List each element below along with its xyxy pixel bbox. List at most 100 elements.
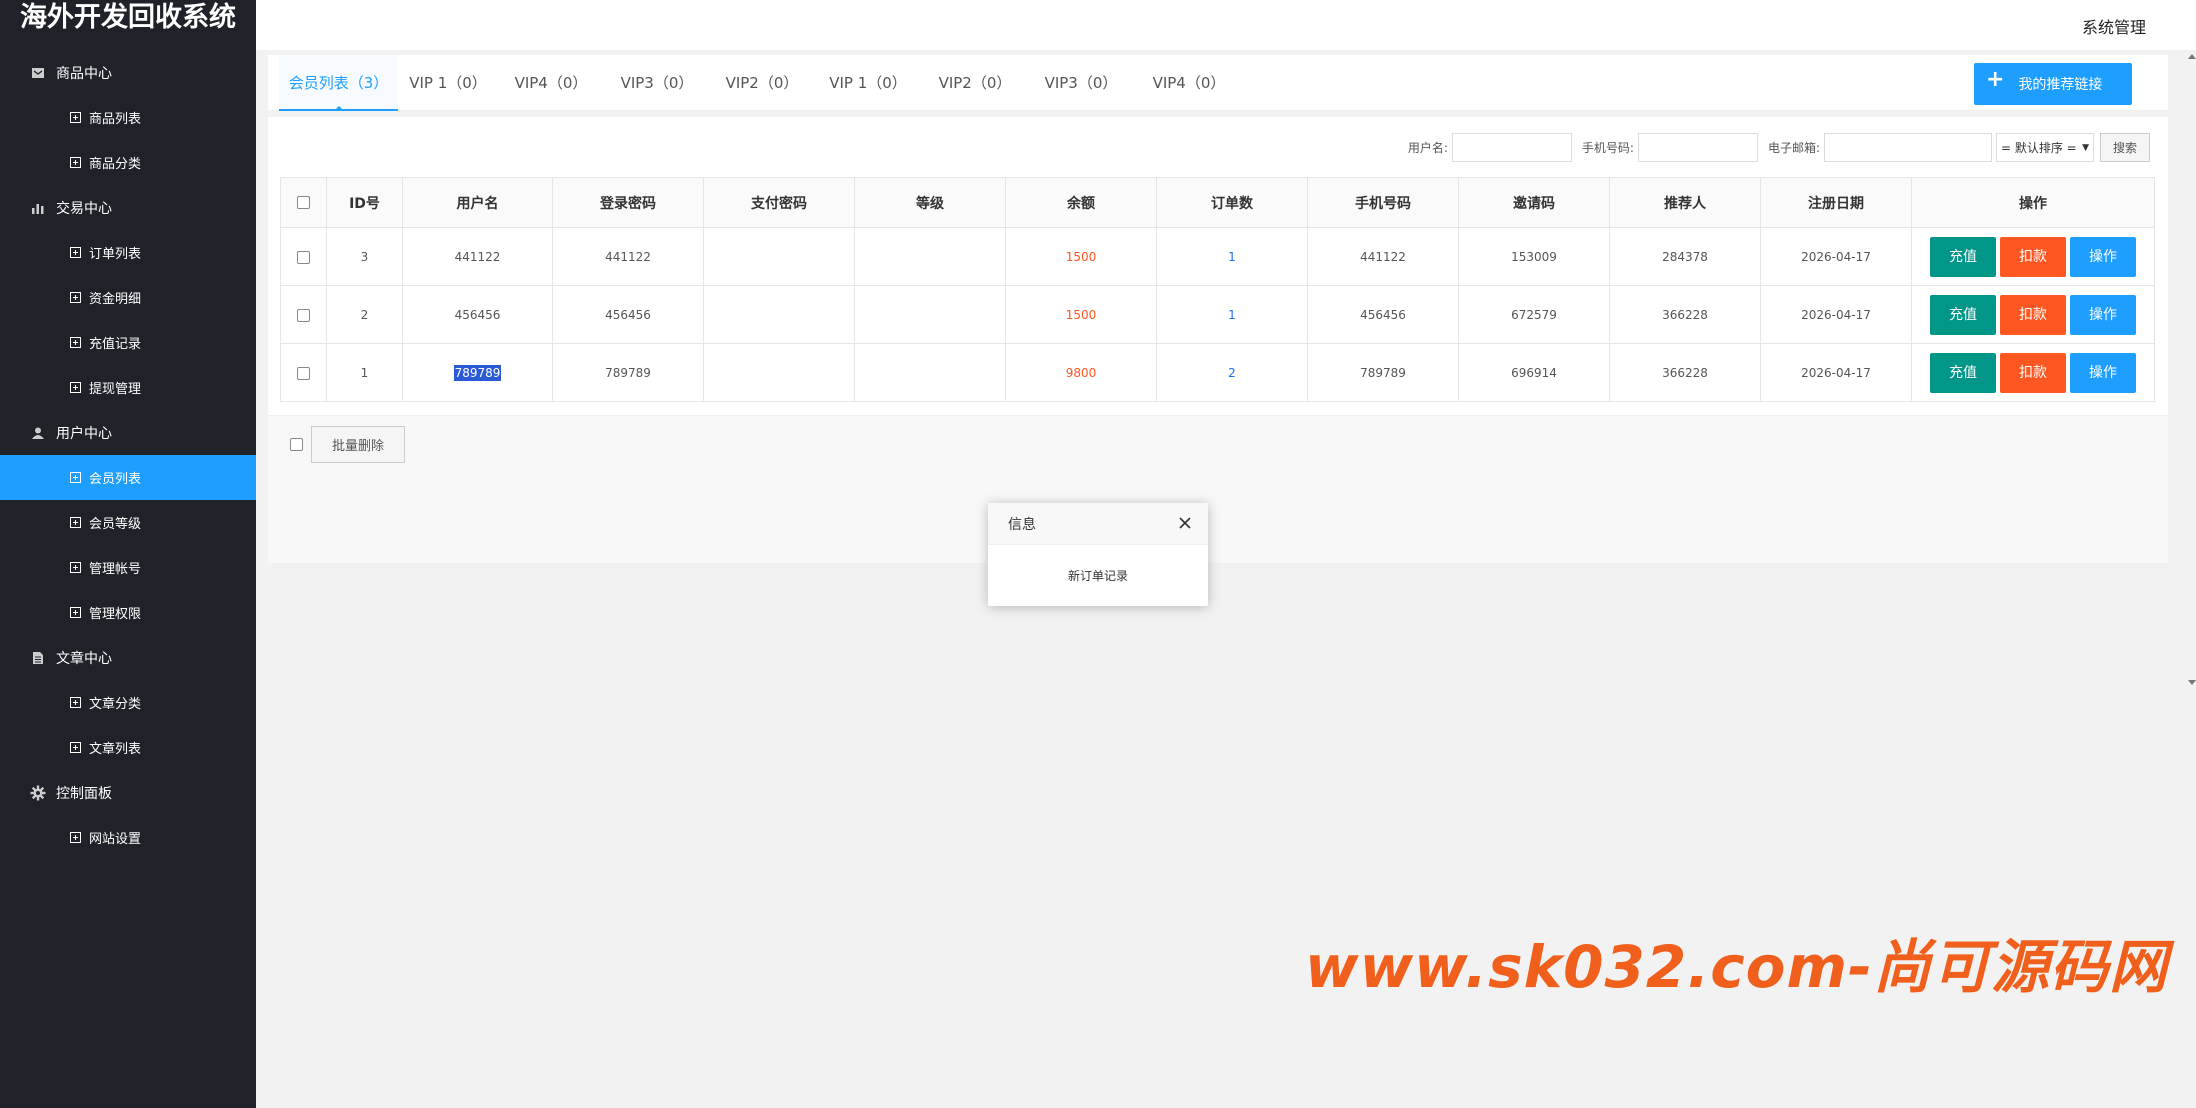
cell-invite: 153009 — [1458, 227, 1610, 286]
sidebar-item-1-3[interactable]: 提现管理 — [0, 365, 256, 410]
deduct-button[interactable]: 扣款 — [2000, 352, 2066, 393]
sidebar-group-0[interactable]: 商品中心 — [0, 50, 256, 95]
balance-value: 1500 — [1065, 307, 1097, 322]
sidebar-group-1[interactable]: 交易中心 — [0, 185, 256, 230]
sidebar-item-3-1[interactable]: 文章列表 — [0, 725, 256, 770]
sidebar-item-label: 文章列表 — [89, 742, 142, 757]
deduct-button[interactable]: 扣款 — [2000, 236, 2066, 277]
row-checkbox[interactable] — [297, 366, 310, 380]
recharge-button[interactable]: 充值 — [1930, 352, 1996, 393]
sidebar-item-4-0[interactable]: 网站设置 — [0, 815, 256, 860]
tab-7[interactable]: VIP3（0） — [1028, 55, 1134, 111]
sidebar-item-2-0[interactable]: 会员列表 — [0, 455, 256, 500]
cell-id: 3 — [326, 227, 403, 286]
sidebar-item-1-1[interactable]: 资金明细 — [0, 275, 256, 320]
invite-value: 672579 — [1511, 307, 1557, 322]
sidebar-item-label: 商品列表 — [89, 112, 142, 127]
operate-button[interactable]: 操作 — [2070, 352, 2136, 393]
date-value: 2026-04-17 — [1801, 249, 1871, 264]
username-input[interactable] — [1451, 133, 1572, 162]
table-row: 2 456456 456456 1500 1 456456 672579 366228 2026… — [280, 285, 2155, 344]
recommend-link-button[interactable]: + 我的推荐链接 — [1974, 63, 2132, 105]
tab-1[interactable]: VIP 1（0） — [398, 55, 498, 111]
select-all-checkbox[interactable] — [297, 196, 310, 209]
column-header: 余额 — [1005, 177, 1157, 228]
sidebar-item-3-0[interactable]: 文章分类 — [0, 680, 256, 725]
deduct-button[interactable]: 扣款 — [2000, 294, 2066, 335]
cell-date: 2026-04-17 — [1760, 285, 1912, 344]
sidebar-group-label: 交易中心 — [56, 200, 112, 217]
sidebar-item-label: 充值记录 — [89, 337, 142, 352]
login-pwd-value: 441122 — [605, 249, 651, 264]
tab-4[interactable]: VIP2（0） — [710, 55, 814, 111]
sidebar-item-0-1[interactable]: 商品分类 — [0, 140, 256, 185]
member-table: ID号 用户名 登录密码 支付密码 等级 余额 订单数 手机号码 邀请码 推荐人 注册日期 操作 3 4… — [280, 177, 2155, 402]
close-icon[interactable] — [1178, 516, 1192, 530]
sidebar-group-4[interactable]: 控制面板 — [0, 770, 256, 815]
row-checkbox[interactable] — [297, 308, 310, 322]
row-select-cell — [280, 227, 327, 286]
sidebar-group-label: 控制面板 — [56, 785, 112, 802]
cell-login-pwd: 441122 — [552, 227, 704, 286]
sidebar-item-label: 会员列表 — [89, 472, 142, 487]
column-header: 用户名 — [402, 177, 553, 228]
plus-square-icon — [70, 157, 81, 168]
email-input[interactable] — [1824, 133, 1992, 162]
table-header-row: ID号 用户名 登录密码 支付密码 等级 余额 订单数 手机号码 邀请码 推荐人 注册日期 操作 — [280, 177, 2155, 228]
tab-5[interactable]: VIP 1（0） — [814, 55, 922, 111]
batch-delete-button[interactable]: 批量删除 — [311, 426, 405, 463]
orders-value: 1 — [1228, 249, 1236, 264]
cell-level — [854, 343, 1006, 402]
tab-0[interactable]: 会员列表（3） — [279, 55, 398, 111]
username-value: 441122 — [454, 249, 501, 264]
tab-8[interactable]: VIP4（0） — [1134, 55, 1244, 111]
cell-date: 2026-04-17 — [1760, 227, 1912, 286]
sidebar-group-3[interactable]: 文章中心 — [0, 635, 256, 680]
recharge-button[interactable]: 充值 — [1930, 236, 1996, 277]
sidebar-nav: 商品中心商品列表商品分类交易中心订单列表 资金明细充值记录提现管理 用户中心会员列表… — [0, 50, 256, 860]
dialog-message: 新订单记录 — [1067, 568, 1128, 583]
cell-login-pwd: 456456 — [552, 285, 704, 344]
recharge-button[interactable]: 充值 — [1930, 294, 1996, 335]
scroll-down-icon[interactable] — [2188, 680, 2196, 685]
sidebar-item-label: 管理帐号 — [89, 562, 142, 577]
sidebar-item-2-3[interactable]: 管理权限 — [0, 590, 256, 635]
scroll-up-icon[interactable] — [2188, 54, 2196, 59]
user-icon — [30, 425, 46, 441]
tab-6[interactable]: VIP2（0） — [922, 55, 1028, 111]
cell-orders: 2 — [1156, 343, 1308, 402]
sidebar-group-2[interactable]: 用户中心 — [0, 410, 256, 455]
sidebar-item-2-1[interactable]: 会员等级 — [0, 500, 256, 545]
sidebar-item-1-2[interactable]: 充值记录 — [0, 320, 256, 365]
sidebar-item-label: 会员等级 — [89, 517, 142, 532]
dialog-header: 信息 — [988, 503, 1208, 545]
sidebar-item-0-0[interactable]: 商品列表 — [0, 95, 256, 140]
tab-2[interactable]: VIP4（0） — [498, 55, 604, 111]
tab-3[interactable]: VIP3（0） — [604, 55, 710, 111]
invite-value: 696914 — [1511, 365, 1557, 380]
select-all-header-cell — [280, 177, 327, 228]
cell-level — [854, 227, 1006, 286]
phone-input[interactable] — [1637, 133, 1758, 162]
sort-select[interactable]: = 默认排序 = ▼ — [1996, 133, 2094, 162]
recommend-link-label: 我的推荐链接 — [2018, 77, 2103, 93]
system-admin-menu[interactable]: 系统管理 — [2082, 14, 2146, 38]
search-button[interactable]: 搜索 — [2100, 133, 2150, 162]
tab-bar: 会员列表（3） VIP 1（0） VIP4（0） VIP3（0） VIP2（0） VIP … — [268, 55, 2168, 111]
cell-phone: 456456 — [1307, 285, 1459, 344]
table-row: 1 789789 789789 9800 2 789789 696914 366228 2026… — [280, 343, 2155, 402]
id-value: 1 — [360, 365, 369, 380]
sidebar-item-2-2[interactable]: 管理帐号 — [0, 545, 256, 590]
operate-button[interactable]: 操作 — [2070, 236, 2136, 277]
cell-referrer: 366228 — [1609, 343, 1761, 402]
column-header: 等级 — [854, 177, 1006, 228]
operate-button[interactable]: 操作 — [2070, 294, 2136, 335]
bar-chart-icon — [30, 200, 46, 216]
username-value: 789789 — [453, 364, 502, 381]
select-all-bottom-checkbox[interactable] — [290, 438, 303, 451]
sidebar-item-1-0[interactable]: 订单列表 — [0, 230, 256, 275]
phone-value: 456456 — [1360, 307, 1406, 322]
row-checkbox[interactable] — [297, 250, 310, 264]
page-scrollbar[interactable] — [2188, 50, 2196, 690]
cell-pay-pwd — [703, 343, 855, 402]
